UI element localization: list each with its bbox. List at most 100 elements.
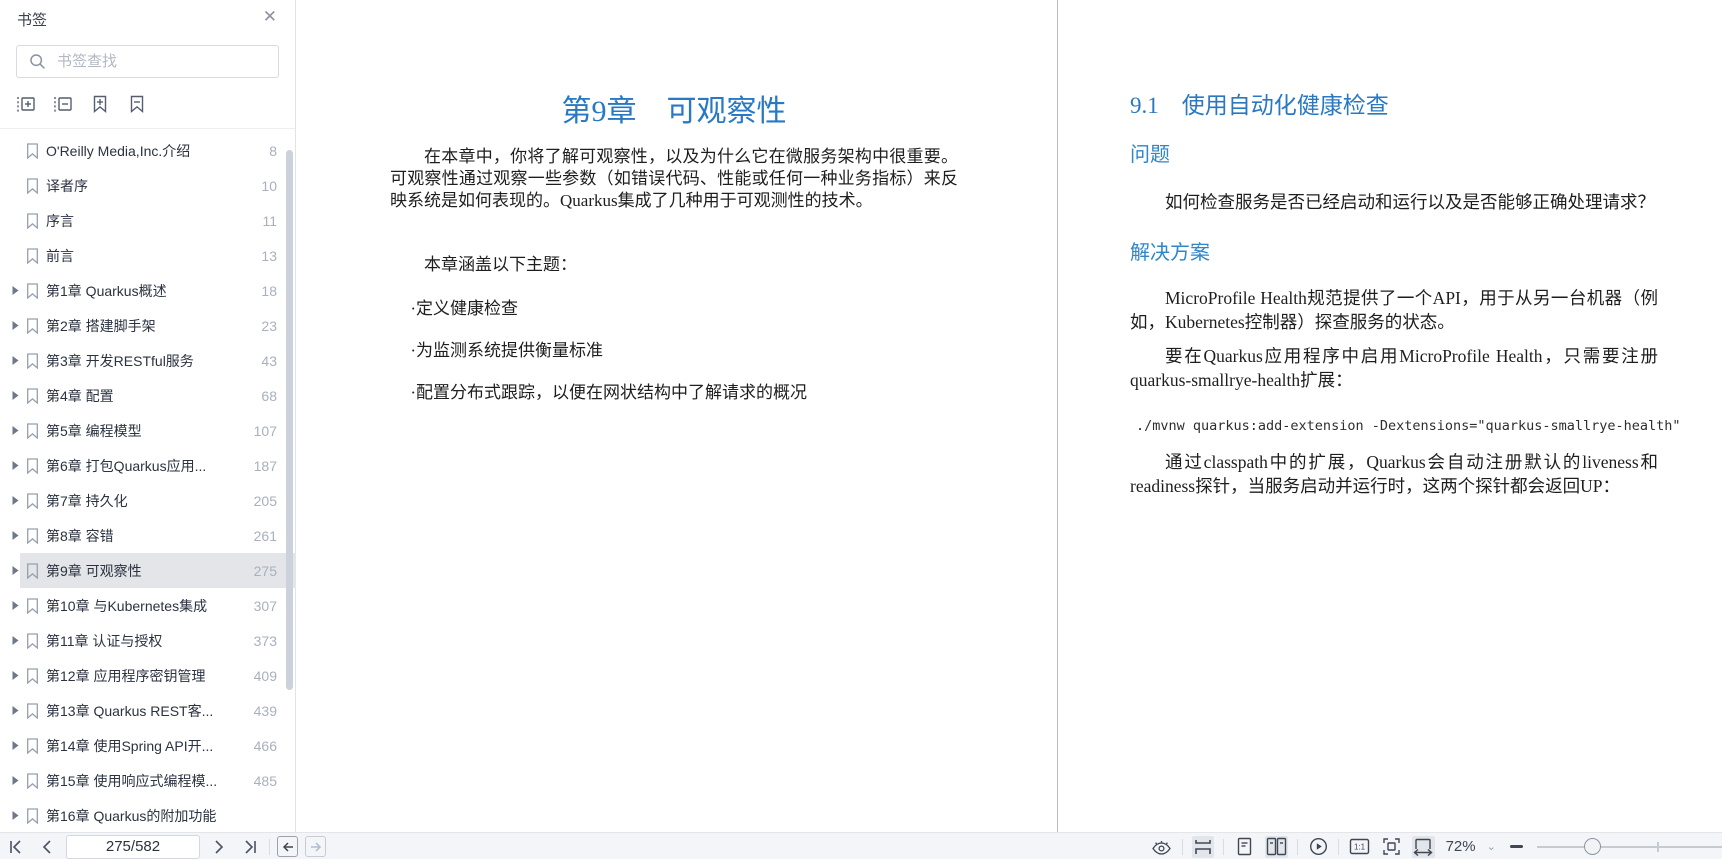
sidebar-scrollbar[interactable] xyxy=(286,150,293,690)
bookmark-item[interactable]: 序言 11 xyxy=(0,203,296,238)
bookmark-label: 第7章 持久化 xyxy=(46,492,128,509)
bookmark-label: 序言 xyxy=(46,212,74,229)
solution-heading: 解决方案 xyxy=(1130,242,1210,264)
bookmark-icon xyxy=(26,422,46,439)
bookmark-item[interactable]: 译者序 10 xyxy=(0,168,296,203)
remove-bookmark-icon[interactable] xyxy=(125,92,149,116)
presentation-mode-button[interactable] xyxy=(1307,836,1330,858)
chevron-right-icon[interactable] xyxy=(12,426,26,435)
bookmark-item[interactable]: 第5章 编程模型 107 xyxy=(0,413,296,448)
bookmark-item[interactable]: 第14章 使用Spring API开... 466 xyxy=(0,728,296,763)
bookmark-item[interactable]: 第10章 与Kubernetes集成 307 xyxy=(0,588,296,623)
chevron-right-icon[interactable] xyxy=(12,601,26,610)
bookmark-item[interactable]: 第12章 应用程序密钥管理 409 xyxy=(0,658,296,693)
chevron-right-icon[interactable] xyxy=(12,321,26,330)
bookmark-item[interactable]: O'Reilly Media,Inc.介绍 8 xyxy=(0,133,296,168)
bookmarks-panel-header: 书签 ✕ xyxy=(0,0,295,38)
zoom-level-value[interactable]: 72% xyxy=(1446,838,1476,855)
pdf-reader-window: 书签 ✕ 书签查找 O'Reilly Media,Inc.介绍 8 译者序 10… xyxy=(0,0,1722,859)
page-navigation xyxy=(4,833,326,860)
topics-lead: 本章涵盖以下主题： xyxy=(424,255,577,274)
bookmark-icon xyxy=(26,737,46,754)
page-number-input[interactable] xyxy=(66,834,200,859)
chevron-right-icon[interactable] xyxy=(12,286,26,295)
toolbar-separator xyxy=(1338,838,1340,855)
bookmark-label: 第8章 容错 xyxy=(46,527,114,544)
sidebar-divider xyxy=(0,128,295,129)
bookmark-icon xyxy=(26,492,46,509)
bookmark-icon xyxy=(26,247,46,264)
bookmark-label: 第3章 开发RESTful服务 xyxy=(46,352,194,369)
search-icon xyxy=(29,53,46,70)
first-page-button[interactable] xyxy=(4,836,28,858)
solution-paragraph: MicroProfile Health规范提供了一个API，用于从另一台机器（例… xyxy=(1130,288,1658,332)
bookmark-icon xyxy=(26,177,46,194)
previous-page-button[interactable] xyxy=(35,836,59,858)
facing-pages-view-button[interactable] xyxy=(1265,835,1288,858)
bookmark-item[interactable]: 第13章 Quarkus REST客... 439 xyxy=(0,693,296,728)
fit-width-button[interactable] xyxy=(1411,835,1435,858)
chapter-intro-paragraph: 在本章中，你将了解可观察性，以及为什么它在微服务架构中很重要。可观察性通过观察一… xyxy=(390,147,958,210)
zoom-dropdown-caret-icon[interactable]: ⌄ xyxy=(1487,840,1496,853)
continuous-scroll-button[interactable] xyxy=(1191,835,1215,858)
code-snippet: ./mvnw quarkus:add-extension -Dextension… xyxy=(1136,418,1681,434)
next-page-button[interactable] xyxy=(207,836,231,858)
bookmark-item[interactable]: 第8章 容错 261 xyxy=(0,518,296,553)
chevron-right-icon[interactable] xyxy=(12,776,26,785)
bookmark-item[interactable]: 第7章 持久化 205 xyxy=(0,483,296,518)
chevron-right-icon[interactable] xyxy=(12,741,26,750)
chevron-right-icon[interactable] xyxy=(12,636,26,645)
bookmark-icon xyxy=(26,387,46,404)
bookmark-item[interactable]: 第11章 认证与授权 373 xyxy=(0,623,296,658)
search-input[interactable] xyxy=(55,52,278,71)
collapse-all-icon[interactable] xyxy=(51,92,75,116)
chevron-right-icon[interactable] xyxy=(12,356,26,365)
bookmark-item[interactable]: 第15章 使用响应式编程模... 485 xyxy=(0,763,296,798)
single-page-view-button[interactable] xyxy=(1233,836,1256,858)
reading-mode-eye-icon[interactable] xyxy=(1150,836,1173,858)
page-right: 9.1 使用自动化健康检查 问题 如何检查服务是否已经启动和运行以及是否能够正确… xyxy=(1058,0,1722,832)
zoom-out-button[interactable] xyxy=(1505,836,1528,858)
problem-text: 如何检查服务是否已经启动和运行以及是否能够正确处理请求？ xyxy=(1165,192,1655,212)
svg-text:1:1: 1:1 xyxy=(1354,843,1366,852)
solution-paragraph: 要在Quarkus应用程序中启用MicroProfile Health，只需要注… xyxy=(1130,346,1658,390)
expand-all-icon[interactable] xyxy=(14,92,38,116)
bookmark-search-box[interactable] xyxy=(16,45,279,78)
chevron-right-icon[interactable] xyxy=(12,671,26,680)
chevron-right-icon[interactable] xyxy=(12,811,26,820)
bookmark-item[interactable]: 第16章 Quarkus的附加功能 xyxy=(0,798,296,832)
problem-heading: 问题 xyxy=(1130,144,1170,166)
last-page-button[interactable] xyxy=(238,836,262,858)
bookmark-item[interactable]: 第2章 搭建脚手架 23 xyxy=(0,308,296,343)
chevron-right-icon[interactable] xyxy=(12,461,26,470)
bookmark-page-number: 439 xyxy=(253,702,277,719)
chevron-right-icon[interactable] xyxy=(12,531,26,540)
actual-size-button[interactable]: 1:1 xyxy=(1348,836,1371,858)
chevron-right-icon[interactable] xyxy=(12,706,26,715)
history-back-button[interactable] xyxy=(277,836,298,857)
bookmark-label: 前言 xyxy=(46,247,74,264)
chevron-right-icon[interactable] xyxy=(12,391,26,400)
bookmark-item[interactable]: 第1章 Quarkus概述 18 xyxy=(0,273,296,308)
bookmark-label: 第4章 配置 xyxy=(46,387,114,404)
bookmark-item[interactable]: 第3章 开发RESTful服务 43 xyxy=(0,343,296,378)
zoom-slider[interactable] xyxy=(1536,836,1722,858)
bookmark-icon xyxy=(26,632,46,649)
zoom-slider-track[interactable] xyxy=(1536,845,1722,848)
solution-paragraph: 通过classpath中的扩展，Quarkus会自动注册默认的liveness和… xyxy=(1130,452,1658,496)
close-icon[interactable]: ✕ xyxy=(263,7,277,27)
history-forward-button[interactable] xyxy=(305,836,326,857)
bookmark-item[interactable]: 第9章 可观察性 275 xyxy=(0,553,296,588)
add-bookmark-icon[interactable] xyxy=(88,92,112,116)
bookmark-item[interactable]: 前言 13 xyxy=(0,238,296,273)
zoom-slider-knob[interactable] xyxy=(1583,837,1601,855)
chevron-right-icon[interactable] xyxy=(12,496,26,505)
bookmark-item[interactable]: 第6章 打包Quarkus应用... 187 xyxy=(0,448,296,483)
section-title: 9.1 使用自动化健康检查 xyxy=(1130,93,1389,118)
chevron-right-icon[interactable] xyxy=(12,566,26,575)
bookmark-label: 第11章 认证与授权 xyxy=(46,632,163,649)
fit-page-button[interactable] xyxy=(1380,836,1403,858)
bookmark-icon xyxy=(26,527,46,544)
bookmark-label: 第13章 Quarkus REST客... xyxy=(46,702,214,719)
bookmark-item[interactable]: 第4章 配置 68 xyxy=(0,378,296,413)
